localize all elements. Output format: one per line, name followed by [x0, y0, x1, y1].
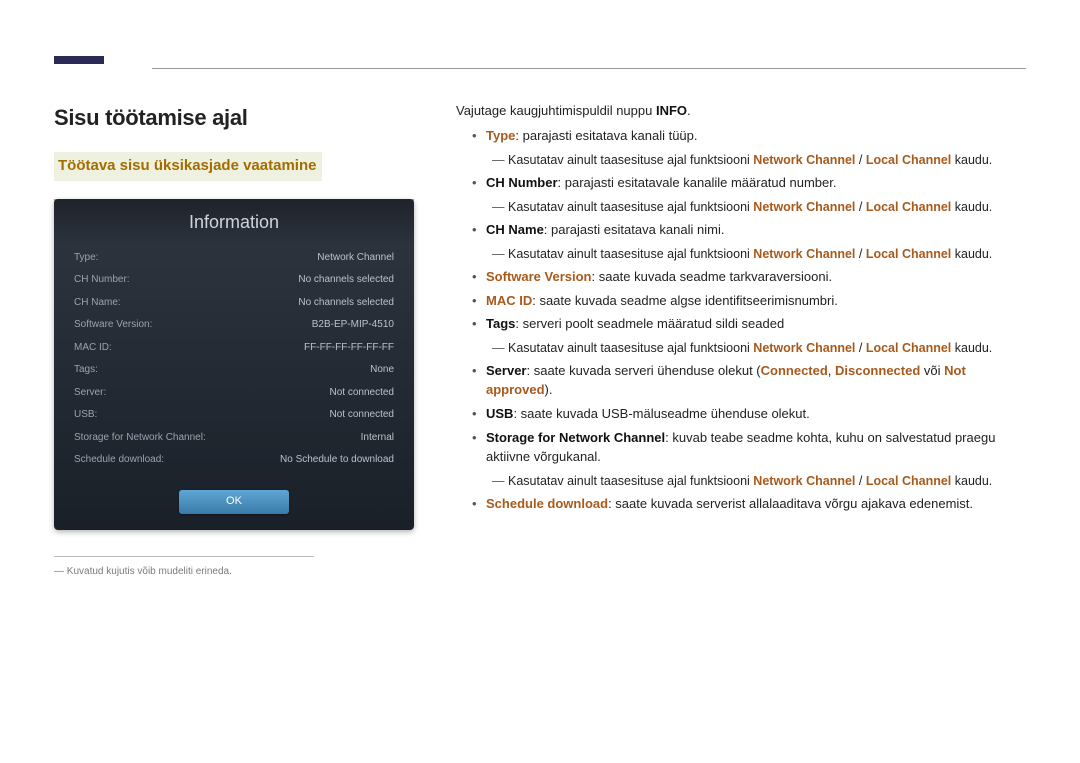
sub-note: Kasutatav ainult taasesituse ajal funkts…	[486, 151, 1026, 169]
bullet-usb: USB: saate kuvada USB-mäluseadme ühendus…	[464, 405, 1026, 424]
screenshot-title: Information	[54, 199, 414, 247]
bullet-server: Server: saate kuvada serveri ühenduse ol…	[464, 362, 1026, 400]
info-bullet-list: Type: parajasti esitatava kanali tüüp. K…	[456, 127, 1026, 514]
sub-note: Kasutatav ainult taasesituse ajal funkts…	[486, 339, 1026, 357]
info-row: Type:Network Channel	[74, 247, 394, 270]
page-columns: Sisu töötamise ajal Töötava sisu üksikas…	[54, 56, 1026, 579]
ok-button[interactable]: OK	[179, 490, 289, 514]
section-subheading: Töötava sisu üksikasjade vaatamine	[54, 152, 322, 181]
bullet-type: Type: parajasti esitatava kanali tüüp. K…	[464, 127, 1026, 169]
sub-note: Kasutatav ainult taasesituse ajal funkts…	[486, 245, 1026, 263]
bullet-software-version: Software Version: saate kuvada seadme ta…	[464, 268, 1026, 287]
header-rule	[152, 68, 1026, 69]
info-row: Server:Not connected	[74, 382, 394, 405]
footnote: Kuvatud kujutis võib mudeliti erineda.	[54, 565, 414, 580]
bullet-storage: Storage for Network Channel: kuvab teabe…	[464, 429, 1026, 490]
bullet-ch-number: CH Number: parajasti esitatavale kanalil…	[464, 174, 1026, 216]
left-column: Sisu töötamise ajal Töötava sisu üksikas…	[54, 102, 414, 579]
info-row: MAC ID:FF-FF-FF-FF-FF-FF	[74, 337, 394, 360]
bullet-tags: Tags: serveri poolt seadmele määratud si…	[464, 315, 1026, 357]
intro-line: Vajutage kaugjuhtimispuldil nuppu INFO.	[456, 102, 1026, 121]
info-row: Tags:None	[74, 359, 394, 382]
device-info-screenshot: Information Type:Network Channel CH Numb…	[54, 199, 414, 530]
bullet-schedule-download: Schedule download: saate kuvada serveris…	[464, 495, 1026, 514]
info-row: Storage for Network Channel:Internal	[74, 427, 394, 450]
sub-note: Kasutatav ainult taasesituse ajal funkts…	[486, 198, 1026, 216]
bullet-mac-id: MAC ID: saate kuvada seadme algse identi…	[464, 292, 1026, 311]
header-accent	[54, 56, 104, 64]
right-column: Vajutage kaugjuhtimispuldil nuppu INFO. …	[456, 102, 1026, 579]
info-row: Schedule download:No Schedule to downloa…	[74, 449, 394, 472]
info-row: USB:Not connected	[74, 404, 394, 427]
footnote-rule	[54, 556, 314, 557]
bullet-ch-name: CH Name: parajasti esitatava kanali nimi…	[464, 221, 1026, 263]
info-rows: Type:Network Channel CH Number:No channe…	[54, 247, 414, 472]
sub-note: Kasutatav ainult taasesituse ajal funkts…	[486, 472, 1026, 490]
info-row: CH Name:No channels selected	[74, 292, 394, 315]
info-row: Software Version:B2B-EP-MIP-4510	[74, 314, 394, 337]
page-title: Sisu töötamise ajal	[54, 102, 414, 134]
info-row: CH Number:No channels selected	[74, 269, 394, 292]
